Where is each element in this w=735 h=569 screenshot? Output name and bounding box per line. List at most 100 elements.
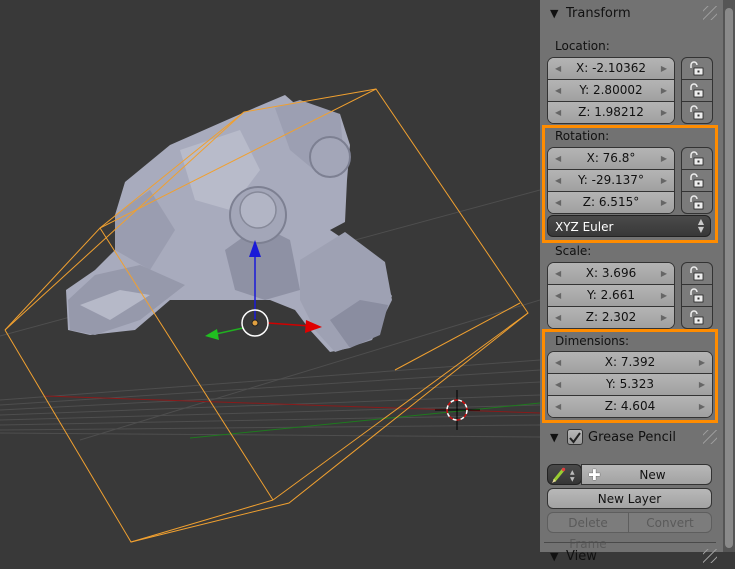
scrollbar-thumb[interactable]	[725, 8, 733, 548]
lock-rotation-x-toggle[interactable]	[682, 148, 712, 170]
unlocked-padlock-icon	[690, 288, 704, 303]
decrement-arrow-icon[interactable]: ◀	[555, 396, 561, 417]
unlocked-padlock-icon	[690, 151, 704, 166]
location-y-field[interactable]: ◀ Y: 2.80002 ▶	[548, 80, 674, 102]
dimensions-y-value: Y: 5.323	[606, 377, 654, 391]
increment-arrow-icon[interactable]: ▶	[661, 102, 667, 123]
lock-location-x-toggle[interactable]	[682, 58, 712, 80]
new-layer-button[interactable]: New Layer	[547, 488, 712, 509]
decrement-arrow-icon[interactable]: ◀	[555, 263, 561, 284]
increment-arrow-icon[interactable]: ▶	[699, 374, 705, 395]
section-divider	[544, 542, 716, 543]
3d-viewport[interactable]	[0, 0, 540, 552]
increment-arrow-icon[interactable]: ▶	[661, 170, 667, 191]
location-y-value: Y: 2.80002	[579, 83, 643, 97]
decrement-arrow-icon[interactable]: ◀	[555, 102, 561, 123]
increment-arrow-icon[interactable]: ▶	[661, 307, 667, 328]
3d-cursor-icon[interactable]	[435, 390, 480, 430]
increment-arrow-icon[interactable]: ▶	[661, 192, 667, 213]
view-title: View	[566, 549, 597, 564]
rotation-mode-value: XYZ Euler	[555, 220, 614, 234]
convert-button[interactable]: Convert	[628, 512, 712, 533]
decrement-arrow-icon[interactable]: ◀	[555, 192, 561, 213]
unlocked-padlock-icon	[690, 61, 704, 76]
properties-panel: ▼ Transform Location: ◀ X: -2.10362 ▶ ◀ Y: …	[540, 0, 723, 564]
new-grease-pencil-button[interactable]: ✚ New	[581, 464, 712, 485]
location-z-field[interactable]: ◀ Z: 1.98212 ▶	[548, 102, 674, 123]
svg-text:▲: ▲	[570, 469, 575, 476]
scale-x-value: X: 3.696	[585, 266, 637, 280]
plus-icon: ✚	[588, 466, 601, 484]
decrement-arrow-icon[interactable]: ◀	[555, 307, 561, 328]
decrement-arrow-icon[interactable]: ◀	[555, 285, 561, 306]
dropdown-updown-icon: ▲ ▼	[697, 217, 704, 234]
rotation-y-value: Y: -29.137°	[578, 173, 644, 187]
pencil-icon: ▲ ▼	[551, 467, 575, 483]
view-panel-header[interactable]: ▼ View	[540, 545, 723, 569]
drag-grip-icon[interactable]	[703, 6, 717, 20]
rotation-z-value: Z: 6.515°	[582, 195, 640, 209]
transform-panel-header[interactable]: ▼ Transform	[540, 2, 723, 26]
lock-rotation-z-toggle[interactable]	[682, 192, 712, 213]
decrement-arrow-icon[interactable]: ◀	[555, 148, 561, 169]
scale-z-field[interactable]: ◀ Z: 2.302 ▶	[548, 307, 674, 328]
y-axis-handle[interactable]	[215, 327, 244, 335]
collapse-triangle-icon[interactable]: ▼	[550, 7, 558, 20]
dimensions-y-field[interactable]: ◀ Y: 5.323 ▶	[548, 374, 712, 396]
rotation-mode-dropdown[interactable]: XYZ Euler ▲ ▼	[547, 215, 711, 237]
suzanne-mesh[interactable]	[66, 95, 392, 352]
new-label: New	[639, 468, 666, 482]
increment-arrow-icon[interactable]: ▶	[661, 263, 667, 284]
viewport-scene[interactable]	[0, 0, 540, 552]
grease-pencil-browse-button[interactable]: ▲ ▼	[547, 464, 582, 485]
lock-location-z-toggle[interactable]	[682, 102, 712, 123]
lock-rotation-y-toggle[interactable]	[682, 170, 712, 192]
convert-label: Convert	[646, 516, 694, 530]
grease-pencil-title: Grease Pencil	[588, 430, 676, 445]
scale-x-field[interactable]: ◀ X: 3.696 ▶	[548, 263, 674, 285]
rotation-y-field[interactable]: ◀ Y: -29.137° ▶	[548, 170, 674, 192]
rotation-z-field[interactable]: ◀ Z: 6.515° ▶	[548, 192, 674, 213]
lock-scale-x-toggle[interactable]	[682, 263, 712, 285]
decrement-arrow-icon[interactable]: ◀	[555, 58, 561, 79]
scale-label: Scale:	[555, 244, 592, 258]
location-locks	[681, 57, 713, 124]
location-x-field[interactable]: ◀ X: -2.10362 ▶	[548, 58, 674, 80]
dimensions-x-value: X: 7.392	[604, 355, 656, 369]
increment-arrow-icon[interactable]: ▶	[699, 396, 705, 417]
lock-scale-y-toggle[interactable]	[682, 285, 712, 307]
decrement-arrow-icon[interactable]: ◀	[555, 374, 561, 395]
location-fields: ◀ X: -2.10362 ▶ ◀ Y: 2.80002 ▶ ◀ Z: 1.98212 ▶	[547, 57, 675, 124]
scale-y-value: Y: 2.661	[587, 288, 635, 302]
panel-scrollbar[interactable]	[723, 0, 735, 552]
scale-fields: ◀ X: 3.696 ▶ ◀ Y: 2.661 ▶ ◀ Z: 2.302 ▶	[547, 262, 675, 329]
y-arrow-icon[interactable]	[205, 329, 219, 340]
grease-pencil-enable-checkbox[interactable]	[567, 429, 583, 445]
increment-arrow-icon[interactable]: ▶	[661, 58, 667, 79]
rotation-fields: ◀ X: 76.8° ▶ ◀ Y: -29.137° ▶ ◀ Z: 6.515° ▶	[547, 147, 675, 214]
checkmark-icon	[569, 432, 581, 444]
unlocked-padlock-icon	[690, 266, 704, 281]
x-axis-handle[interactable]	[267, 322, 311, 327]
drag-grip-icon[interactable]	[703, 549, 717, 563]
rotation-x-field[interactable]: ◀ X: 76.8° ▶	[548, 148, 674, 170]
dimensions-fields: ◀ X: 7.392 ▶ ◀ Y: 5.323 ▶ ◀ Z: 4.604 ▶	[547, 351, 713, 418]
decrement-arrow-icon[interactable]: ◀	[555, 352, 561, 373]
drag-grip-icon[interactable]	[703, 430, 717, 444]
decrement-arrow-icon[interactable]: ◀	[555, 80, 561, 101]
unlocked-padlock-icon	[690, 195, 704, 210]
increment-arrow-icon[interactable]: ▶	[661, 80, 667, 101]
collapse-triangle-icon[interactable]: ▼	[550, 431, 558, 444]
lock-scale-z-toggle[interactable]	[682, 307, 712, 328]
scale-y-field[interactable]: ◀ Y: 2.661 ▶	[548, 285, 674, 307]
lock-location-y-toggle[interactable]	[682, 80, 712, 102]
increment-arrow-icon[interactable]: ▶	[699, 352, 705, 373]
delete-frame-button[interactable]: Delete Frame	[547, 512, 629, 551]
rotation-x-value: X: 76.8°	[586, 151, 636, 165]
increment-arrow-icon[interactable]: ▶	[661, 148, 667, 169]
dimensions-z-field[interactable]: ◀ Z: 4.604 ▶	[548, 396, 712, 417]
decrement-arrow-icon[interactable]: ◀	[555, 170, 561, 191]
increment-arrow-icon[interactable]: ▶	[661, 285, 667, 306]
dimensions-label: Dimensions:	[555, 334, 630, 348]
dimensions-x-field[interactable]: ◀ X: 7.392 ▶	[548, 352, 712, 374]
